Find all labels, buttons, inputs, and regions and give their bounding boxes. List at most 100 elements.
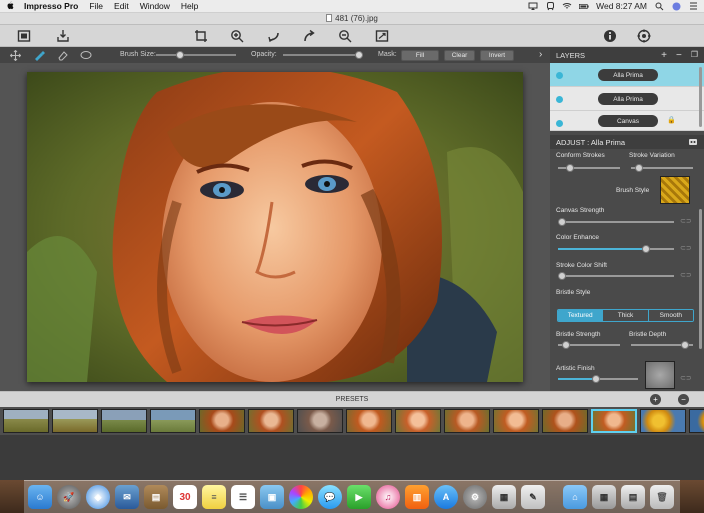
- bristle-depth-slider[interactable]: [631, 341, 693, 349]
- notification-center-icon[interactable]: [688, 2, 698, 11]
- randomize-icon[interactable]: [688, 137, 698, 147]
- layers-scrollbar[interactable]: [699, 67, 702, 127]
- link-icon[interactable]: ⊂⊃: [680, 217, 692, 225]
- preset-thumbnail[interactable]: [346, 409, 392, 433]
- opacity-slider[interactable]: [283, 51, 363, 59]
- apple-icon[interactable]: [6, 1, 20, 12]
- slider-knob[interactable]: [558, 272, 566, 280]
- ibooks-icon[interactable]: ▥: [405, 485, 429, 509]
- siri-icon[interactable]: [671, 2, 681, 11]
- redo-button[interactable]: [301, 29, 317, 43]
- eraser-tool[interactable]: [56, 49, 69, 61]
- brush-size-slider[interactable]: [156, 51, 236, 59]
- link-icon[interactable]: ⊂⊃: [680, 374, 692, 382]
- slider-knob[interactable]: [566, 164, 574, 172]
- link-icon[interactable]: ⊂⊃: [680, 244, 692, 252]
- painted-portrait-image[interactable]: [27, 72, 523, 382]
- preset-thumbnail[interactable]: [640, 409, 686, 433]
- downloads-grid-icon[interactable]: ▦: [592, 485, 616, 509]
- add-layer-plus-icon[interactable]: +: [661, 50, 667, 61]
- wifi-icon[interactable]: [562, 2, 572, 11]
- preset-thumbnail-selected[interactable]: [591, 409, 637, 433]
- settings-button[interactable]: [636, 29, 652, 43]
- script-editor-icon[interactable]: ✎: [521, 485, 545, 509]
- menubar-clock[interactable]: Wed 8:27 AM: [596, 1, 647, 11]
- preset-thumbnail[interactable]: [689, 409, 704, 433]
- zoom-in-button[interactable]: [229, 29, 245, 43]
- opacity-slider-knob[interactable]: [355, 51, 363, 59]
- calendar-icon[interactable]: 30: [173, 485, 197, 509]
- color-enhance-slider[interactable]: [558, 245, 674, 253]
- reminders-list-icon[interactable]: ☰: [231, 485, 255, 509]
- preset-thumbnail[interactable]: [297, 409, 343, 433]
- contacts-book-icon[interactable]: ▤: [144, 485, 168, 509]
- layer-item[interactable]: Canvas 🔒: [550, 111, 704, 131]
- preset-thumbnail[interactable]: [248, 409, 294, 433]
- preset-thumbnail[interactable]: [493, 409, 539, 433]
- fit-to-screen-button[interactable]: [374, 29, 390, 43]
- add-preset-plus-icon[interactable]: +: [650, 394, 661, 405]
- mask-fill-button[interactable]: Fill: [401, 50, 439, 61]
- battery-icon[interactable]: [579, 2, 589, 11]
- menu-app-name[interactable]: Impresso Pro: [24, 1, 78, 11]
- stroke-variation-slider[interactable]: [631, 164, 693, 172]
- artistic-finish-slider[interactable]: [558, 375, 638, 383]
- slider-knob[interactable]: [681, 341, 689, 349]
- layer-visibility-icon[interactable]: [556, 72, 563, 79]
- airplay-icon[interactable]: [528, 2, 538, 11]
- open-image-button[interactable]: [16, 29, 32, 43]
- menu-window[interactable]: Window: [140, 1, 170, 11]
- crop-button[interactable]: [193, 29, 209, 43]
- link-icon[interactable]: ⊂⊃: [680, 271, 692, 279]
- bristle-strength-slider[interactable]: [558, 341, 620, 349]
- canvas-strength-slider[interactable]: [558, 218, 674, 226]
- remove-preset-minus-icon[interactable]: −: [678, 394, 689, 405]
- itunes-music-icon[interactable]: ♫: [376, 485, 400, 509]
- brush-tool[interactable]: [32, 49, 45, 61]
- preset-thumbnail[interactable]: [199, 409, 245, 433]
- preset-thumbnail[interactable]: [52, 409, 98, 433]
- adjust-scrollbar[interactable]: [699, 209, 702, 349]
- slider-knob[interactable]: [635, 164, 643, 172]
- info-button[interactable]: [602, 29, 618, 43]
- document-file-icon[interactable]: ▦: [492, 485, 516, 509]
- conform-strokes-slider[interactable]: [558, 164, 620, 172]
- artistic-finish-swatch[interactable]: [645, 361, 675, 389]
- layer-visibility-icon[interactable]: [556, 96, 563, 103]
- slider-knob[interactable]: [642, 245, 650, 253]
- preset-thumbnail[interactable]: [542, 409, 588, 433]
- slider-knob[interactable]: [558, 218, 566, 226]
- save-button[interactable]: [55, 29, 71, 43]
- panel-toggle-chevron-icon[interactable]: ›: [539, 49, 542, 60]
- menu-file[interactable]: File: [89, 1, 103, 11]
- finder-icon[interactable]: ☺: [28, 485, 52, 509]
- brush-size-slider-knob[interactable]: [176, 51, 184, 59]
- preset-thumbnail[interactable]: [101, 409, 147, 433]
- launchpad-rocket-icon[interactable]: 🚀: [57, 485, 81, 509]
- layer-item[interactable]: Alla Prima: [550, 87, 704, 111]
- brush-style-swatch[interactable]: [660, 176, 690, 204]
- preset-thumbnail[interactable]: [3, 409, 49, 433]
- stroke-color-shift-slider[interactable]: [558, 272, 674, 280]
- mask-invert-button[interactable]: Invert: [480, 50, 514, 61]
- bristle-smooth-option[interactable]: Smooth: [648, 310, 693, 321]
- facetime-camera-icon[interactable]: ▶: [347, 485, 371, 509]
- layer-item[interactable]: Alla Prima: [550, 63, 704, 87]
- recent-documents-icon[interactable]: ▤: [621, 485, 645, 509]
- menu-edit[interactable]: Edit: [114, 1, 129, 11]
- slider-knob[interactable]: [592, 375, 600, 383]
- train-icon[interactable]: [545, 1, 555, 11]
- bristle-textured-option[interactable]: Textured: [558, 310, 604, 321]
- messages-bubble-icon[interactable]: 💬: [318, 485, 342, 509]
- remove-layer-minus-icon[interactable]: −: [676, 50, 682, 61]
- system-preferences-gear-icon[interactable]: ⚙: [463, 485, 487, 509]
- safari-compass-icon[interactable]: ◈: [86, 485, 110, 509]
- preset-thumbnail[interactable]: [150, 409, 196, 433]
- mask-clear-button[interactable]: Clear: [444, 50, 475, 61]
- preset-thumbnail[interactable]: [444, 409, 490, 433]
- spotlight-search-icon[interactable]: [654, 2, 664, 11]
- trash-icon[interactable]: 🗑: [650, 485, 674, 509]
- duplicate-layer-icon[interactable]: ❐: [691, 50, 698, 61]
- menu-help[interactable]: Help: [181, 1, 198, 11]
- mail-stamp-icon[interactable]: ✉: [115, 485, 139, 509]
